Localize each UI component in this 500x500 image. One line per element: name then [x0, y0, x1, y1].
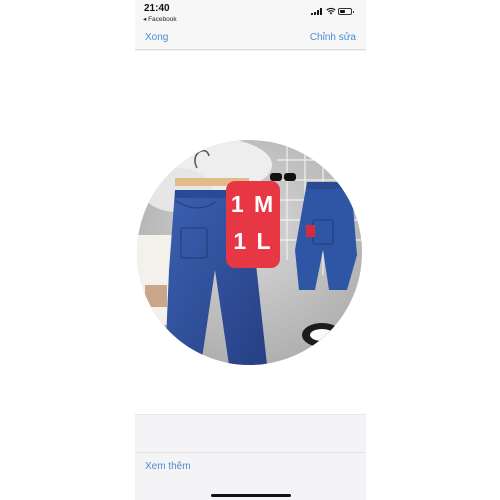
phone-screen: 21:40 ◂ Facebook Xong Chỉnh sửa 1 M 1 L …: [135, 0, 366, 500]
status-bar: 21:40 ◂ Facebook: [135, 0, 366, 26]
bottom-toolbar: Xem thêm: [135, 414, 366, 500]
edit-button[interactable]: Chỉnh sửa: [310, 32, 356, 43]
size-label-line2: 1 L: [233, 228, 273, 254]
battery-fill: [340, 10, 345, 13]
see-more-link[interactable]: Xem thêm: [145, 461, 191, 472]
wifi-icon: [326, 7, 336, 17]
image-viewer: 1 M 1 L: [135, 51, 366, 414]
battery-icon: [338, 8, 354, 15]
nav-bar: Xong Chỉnh sửa: [135, 26, 366, 50]
home-indicator[interactable]: [211, 494, 291, 497]
status-time: 21:40: [144, 3, 170, 14]
done-button[interactable]: Xong: [145, 32, 168, 43]
size-label-line1: 1 M: [230, 191, 276, 217]
cellular-signal-icon: [311, 8, 323, 15]
size-label-badge: 1 M 1 L: [226, 181, 280, 268]
back-to-app-link[interactable]: ◂ Facebook: [143, 15, 177, 23]
toolbar-divider: [135, 452, 366, 453]
